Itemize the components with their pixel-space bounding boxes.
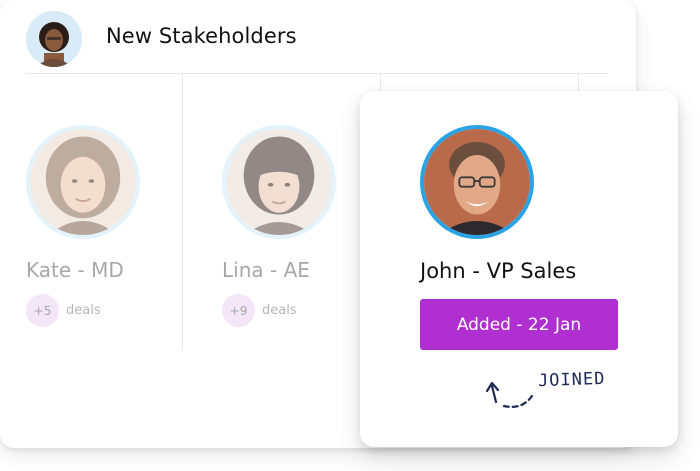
stakeholder-avatar-lina[interactable] xyxy=(222,125,336,239)
stakeholder-name-lina: Lina - AE xyxy=(222,258,310,282)
kate-photo xyxy=(30,129,136,235)
user-avatar[interactable] xyxy=(26,11,82,67)
user-avatar-image xyxy=(26,11,82,67)
curved-dashed-arrow-icon xyxy=(485,381,534,408)
stakeholder-name-john: John - VP Sales xyxy=(420,259,577,283)
column-divider xyxy=(182,74,183,350)
joined-annotation: JOINED xyxy=(537,368,606,392)
deals-label: deals xyxy=(262,303,297,318)
stakeholder-avatar-john[interactable] xyxy=(420,125,534,239)
featured-stakeholder-card: John - VP Sales Added - 22 Jan JOINED xyxy=(360,91,678,447)
page-title: New Stakeholders xyxy=(106,24,297,48)
stakeholder-name-kate: Kate - MD xyxy=(26,258,124,282)
lina-photo xyxy=(226,129,332,235)
john-photo xyxy=(424,129,530,235)
stakeholder-avatar-kate[interactable] xyxy=(26,125,140,239)
deals-label: deals xyxy=(66,303,101,318)
added-status-button[interactable]: Added - 22 Jan xyxy=(420,299,618,350)
deals-count-badge: +5 xyxy=(26,294,59,327)
header-divider xyxy=(26,73,608,74)
deals-count-badge: +9 xyxy=(222,294,255,327)
